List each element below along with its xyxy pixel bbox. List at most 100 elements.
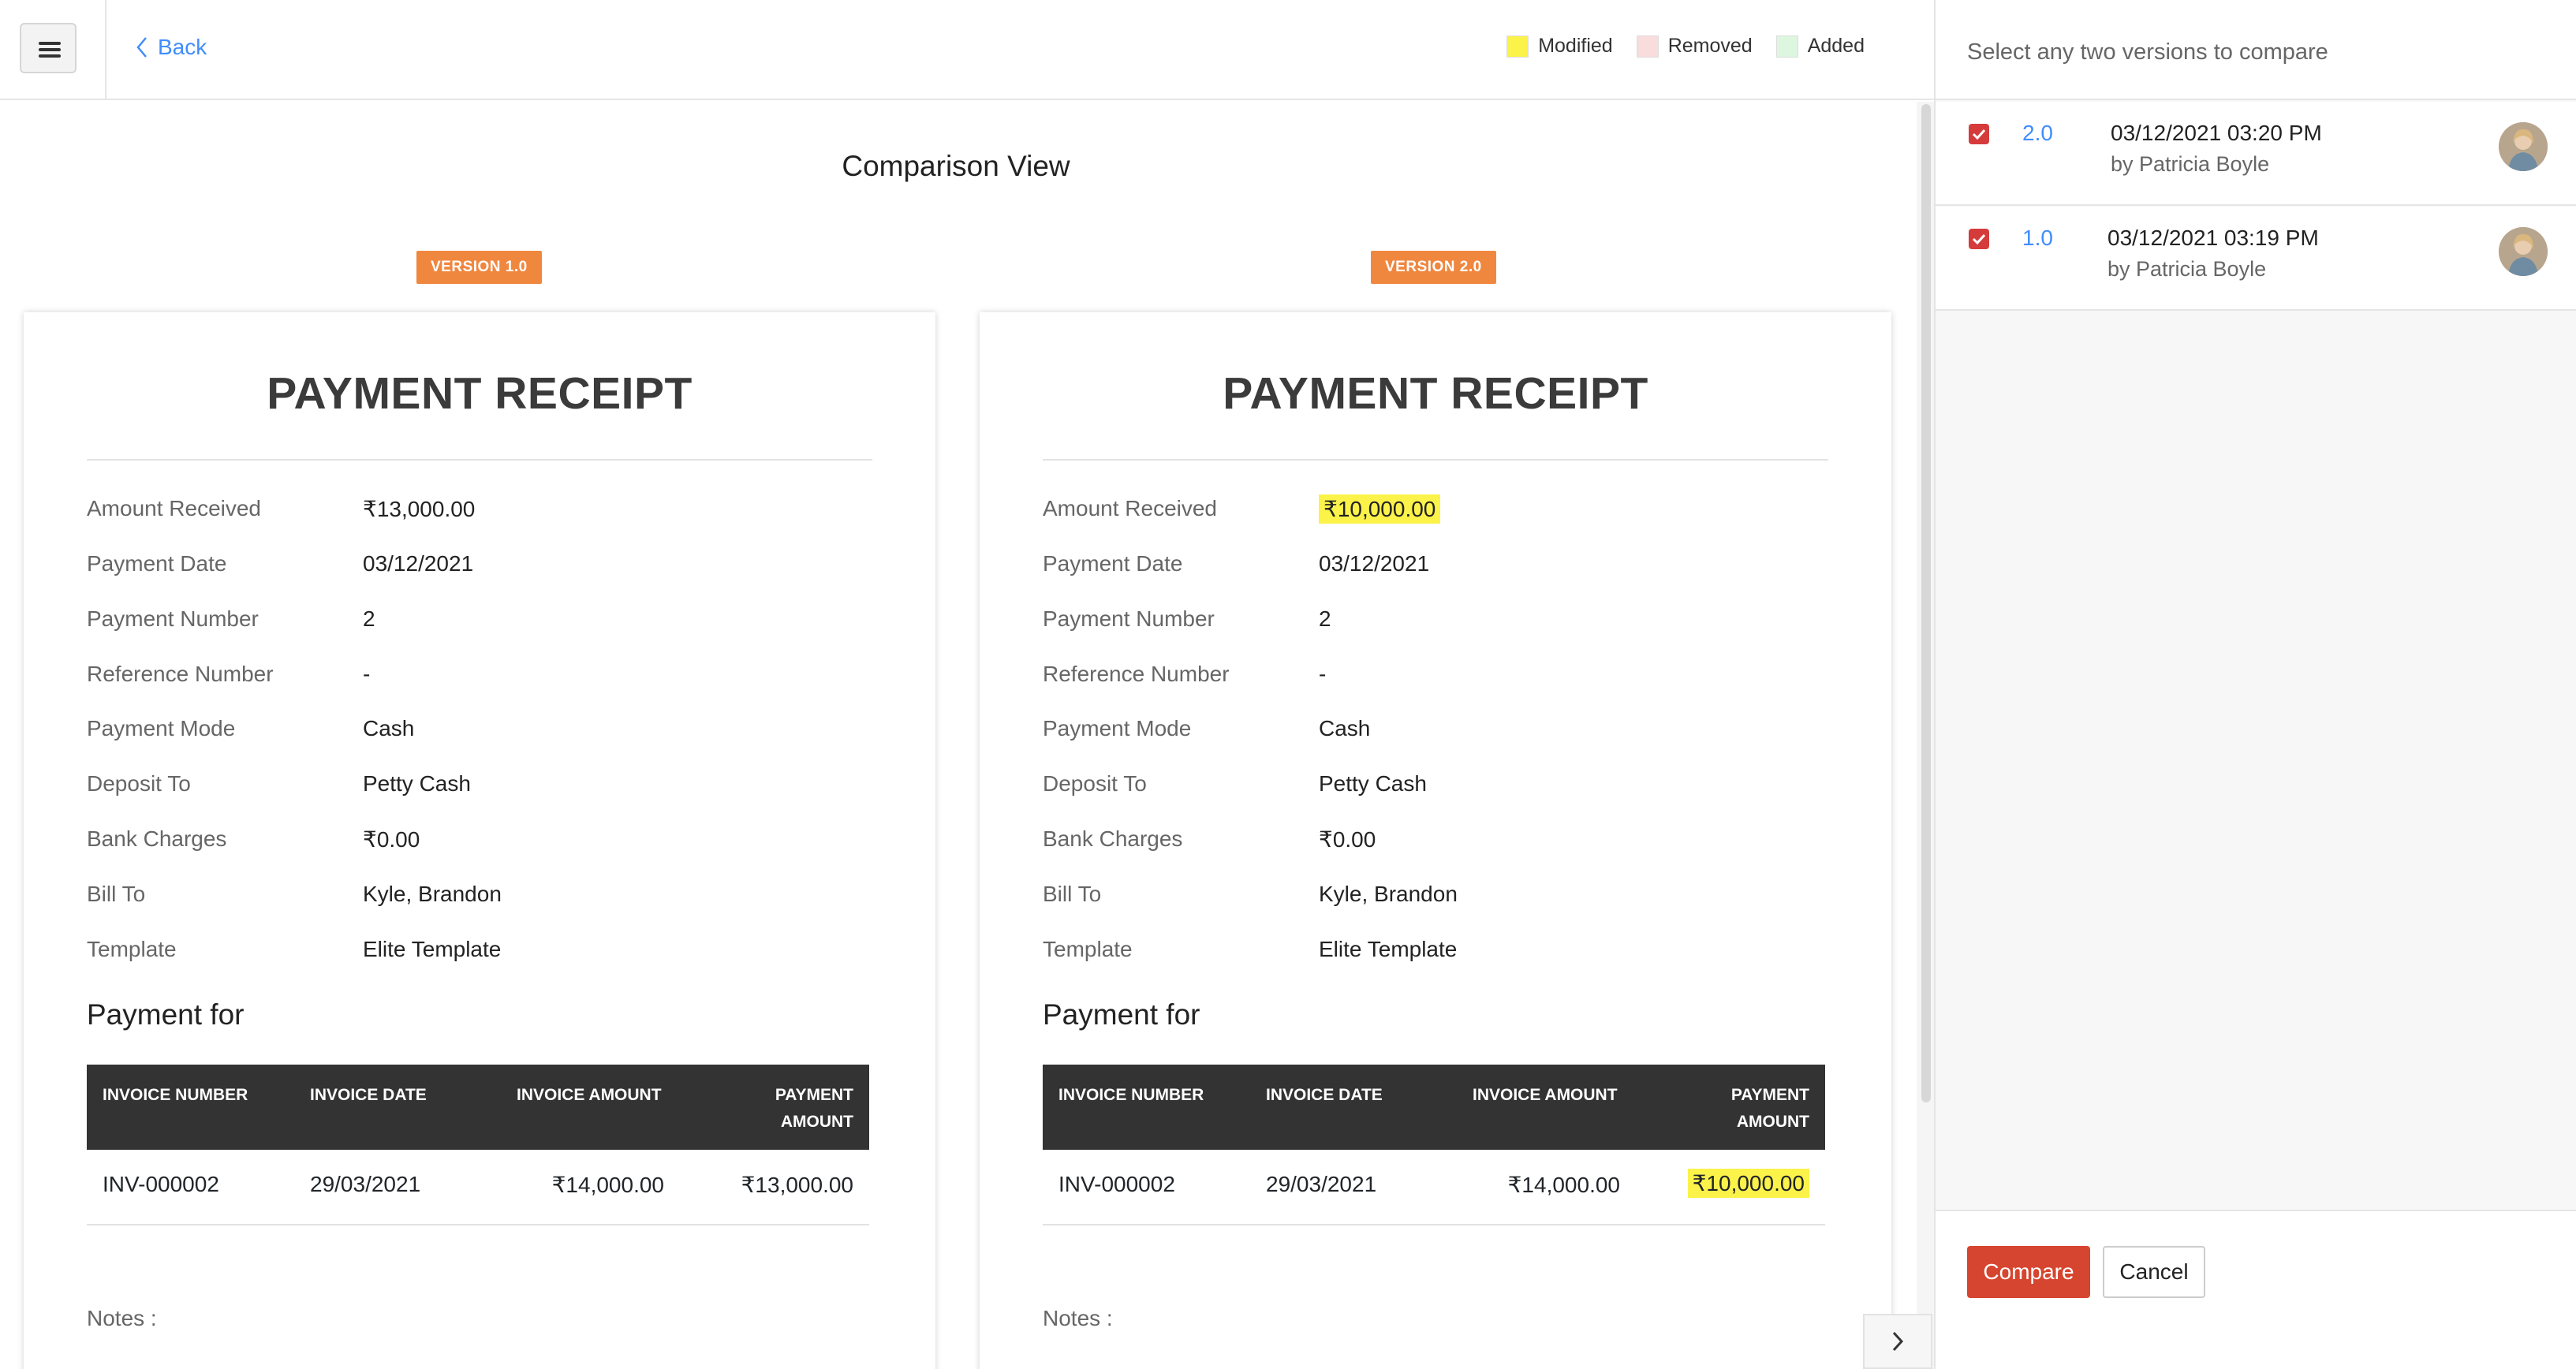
field-value: 2 bbox=[363, 606, 375, 631]
field-value: Elite Template bbox=[363, 937, 502, 961]
legend-modified: Modified bbox=[1506, 35, 1613, 58]
field-value: ₹13,000.00 bbox=[363, 496, 476, 521]
scrollbar-thumb[interactable] bbox=[1921, 104, 1931, 1102]
field-label: Deposit To bbox=[1043, 771, 1147, 796]
field-row: Deposit To Petty Cash bbox=[1043, 768, 1427, 800]
col-invoice-date: INVOICE DATE bbox=[310, 1086, 427, 1104]
field-label: Bank Charges bbox=[1043, 826, 1183, 851]
col-invoice-number: INVOICE NUMBER bbox=[1058, 1086, 1204, 1104]
field-row: Reference Number - bbox=[1043, 658, 1326, 690]
field-row: Bank Charges ₹0.00 bbox=[87, 823, 420, 855]
version-author: by Patricia Boyle bbox=[2111, 152, 2270, 176]
col-invoice-amount: INVOICE AMOUNT bbox=[517, 1086, 662, 1104]
col-payment-amount-line1: PAYMENT bbox=[775, 1086, 853, 1104]
main-area: Back Modified Removed Added Comparison V… bbox=[0, 0, 1934, 1369]
version-item-1-0[interactable]: 1.0 03/12/2021 03:19 PM by Patricia Boyl… bbox=[1936, 207, 2576, 311]
legend-swatch-modified bbox=[1506, 35, 1529, 58]
field-value: Cash bbox=[1319, 716, 1371, 740]
field-value: ₹0.00 bbox=[363, 826, 420, 852]
col-payment-amount: PAYMENT AMOUNT bbox=[775, 1082, 853, 1136]
panel-header: Select any two versions to compare bbox=[1936, 0, 2576, 100]
comparison-title: Comparison View bbox=[842, 150, 1070, 182]
field-label: Template bbox=[1043, 937, 1133, 961]
cell-payment-amount-modified: ₹10,000.00 bbox=[1687, 1169, 1809, 1198]
cancel-button[interactable]: Cancel bbox=[2103, 1246, 2205, 1298]
version-badge-right: VERSION 2.0 bbox=[1371, 251, 1496, 284]
top-bar: Back Modified Removed Added bbox=[0, 0, 1934, 100]
version-date: 03/12/2021 03:19 PM bbox=[2107, 226, 2319, 250]
cell-invoice-date: 29/03/2021 bbox=[310, 1172, 421, 1196]
field-row: Template Elite Template bbox=[87, 934, 501, 965]
compare-button[interactable]: Compare bbox=[1967, 1246, 2090, 1298]
field-value: Petty Cash bbox=[1319, 771, 1427, 796]
field-value: 03/12/2021 bbox=[1319, 551, 1430, 576]
field-row: Bill To Kyle, Brandon bbox=[1043, 878, 1458, 910]
back-link[interactable]: Back bbox=[136, 30, 207, 65]
notes-label: Notes : bbox=[87, 1306, 157, 1330]
field-row: Amount Received ₹10,000.00 bbox=[1043, 493, 1441, 524]
col-payment-amount-line2: AMOUNT bbox=[780, 1113, 853, 1131]
field-row: Reference Number - bbox=[87, 658, 370, 690]
check-icon bbox=[1972, 233, 1986, 244]
field-label: Bank Charges bbox=[87, 826, 227, 851]
cell-payment-amount: ₹13,000.00 bbox=[741, 1173, 853, 1197]
panel-toggle-button[interactable] bbox=[1863, 1314, 1932, 1369]
field-label: Payment Number bbox=[1043, 606, 1215, 631]
cell-invoice-amount: ₹14,000.00 bbox=[551, 1173, 664, 1197]
field-row: Bank Charges ₹0.00 bbox=[1043, 823, 1376, 855]
field-label: Payment Date bbox=[87, 551, 227, 576]
field-value-modified: ₹10,000.00 bbox=[1319, 494, 1441, 524]
nav-divider bbox=[105, 0, 106, 100]
payment-for-heading: Payment for bbox=[87, 998, 245, 1031]
legend-label-removed: Removed bbox=[1667, 35, 1753, 57]
legend-swatch-removed bbox=[1636, 35, 1659, 58]
cell-invoice-number: INV-000002 bbox=[103, 1172, 219, 1196]
field-label: Payment Mode bbox=[1043, 716, 1192, 740]
field-value: 03/12/2021 bbox=[363, 551, 474, 576]
field-label: Reference Number bbox=[1043, 662, 1230, 686]
field-value: - bbox=[1319, 662, 1327, 686]
version-number-link[interactable]: 2.0 bbox=[2022, 121, 2053, 146]
col-payment-amount-line2: AMOUNT bbox=[1736, 1113, 1809, 1131]
check-icon bbox=[1972, 129, 1986, 140]
field-row: Deposit To Petty Cash bbox=[87, 768, 471, 800]
field-label: Bill To bbox=[1043, 882, 1102, 906]
field-row: Amount Received ₹13,000.00 bbox=[87, 493, 475, 524]
legend-swatch-added bbox=[1775, 35, 1798, 58]
table-row: INV-000002 29/03/2021 ₹14,000.00 ₹13,000… bbox=[87, 1150, 869, 1225]
doc-separator bbox=[87, 459, 872, 461]
menu-button[interactable] bbox=[20, 23, 77, 73]
field-row: Payment Mode Cash bbox=[87, 713, 414, 744]
version-checkbox[interactable] bbox=[1969, 229, 1989, 249]
hamburger-icon bbox=[39, 42, 61, 58]
cell-invoice-amount: ₹14,000.00 bbox=[1507, 1173, 1620, 1197]
back-label: Back bbox=[158, 35, 207, 59]
version-item-2-0[interactable]: 2.0 03/12/2021 03:20 PM by Patricia Boyl… bbox=[1936, 102, 2576, 206]
version-date: 03/12/2021 03:20 PM bbox=[2111, 121, 2322, 145]
col-payment-amount-line1: PAYMENT bbox=[1730, 1086, 1809, 1104]
avatar bbox=[2499, 122, 2548, 171]
version-number-link[interactable]: 1.0 bbox=[2022, 226, 2053, 251]
doc-title: PAYMENT RECEIPT bbox=[267, 368, 693, 419]
avatar bbox=[2499, 227, 2548, 276]
field-value: - bbox=[363, 662, 371, 686]
cell-invoice-number: INV-000002 bbox=[1058, 1172, 1175, 1196]
field-value: Kyle, Brandon bbox=[1319, 882, 1458, 906]
doc-title: PAYMENT RECEIPT bbox=[1223, 368, 1648, 419]
field-label: Deposit To bbox=[87, 771, 191, 796]
table-header: INVOICE NUMBER INVOICE DATE INVOICE AMOU… bbox=[87, 1065, 869, 1150]
col-invoice-date: INVOICE DATE bbox=[1266, 1086, 1383, 1104]
field-label: Amount Received bbox=[1043, 496, 1218, 520]
field-value: Petty Cash bbox=[363, 771, 471, 796]
field-label: Payment Number bbox=[87, 606, 259, 631]
version-badge-left: VERSION 1.0 bbox=[416, 251, 542, 284]
field-row: Payment Date 03/12/2021 bbox=[87, 548, 473, 580]
table-header: INVOICE NUMBER INVOICE DATE INVOICE AMOU… bbox=[1043, 1065, 1825, 1150]
legend-added: Added bbox=[1775, 35, 1865, 58]
col-invoice-number: INVOICE NUMBER bbox=[103, 1086, 248, 1104]
field-value: ₹0.00 bbox=[1319, 826, 1376, 852]
field-row: Template Elite Template bbox=[1043, 934, 1457, 965]
version-checkbox[interactable] bbox=[1969, 124, 1989, 144]
table-row: INV-000002 29/03/2021 ₹14,000.00 ₹10,000… bbox=[1043, 1150, 1825, 1225]
field-value: Kyle, Brandon bbox=[363, 882, 502, 906]
